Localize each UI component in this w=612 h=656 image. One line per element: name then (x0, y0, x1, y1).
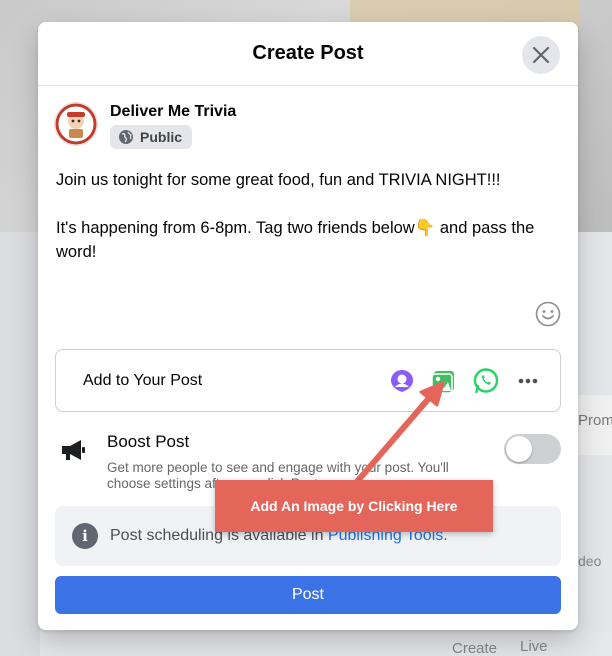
tag-people-button[interactable] (388, 367, 416, 395)
more-icon (518, 378, 538, 383)
globe-icon (118, 129, 134, 145)
smiley-icon (535, 301, 561, 327)
dialog-header: Create Post (38, 22, 578, 86)
background-live-label: Live (520, 638, 548, 655)
photo-video-button[interactable] (430, 367, 458, 395)
add-to-post-label: Add to Your Post (83, 371, 203, 389)
post-text-line: Join us tonight for some great food, fun… (56, 171, 501, 189)
add-to-post-bar: Add to Your Post (55, 349, 561, 412)
megaphone-icon (59, 438, 87, 467)
emoji-button[interactable] (535, 301, 561, 327)
dialog-title: Create Post (252, 42, 364, 64)
close-button[interactable] (522, 36, 560, 74)
more-options-button[interactable] (514, 367, 542, 395)
post-author: Deliver Me Trivia Public (54, 102, 236, 150)
whatsapp-icon (473, 367, 499, 393)
avatar[interactable] (54, 102, 98, 146)
audience-selector[interactable]: Public (110, 125, 193, 149)
post-button[interactable]: Post (55, 576, 561, 614)
post-text-input[interactable]: Join us tonight for some great food, fun… (56, 168, 556, 288)
background-left-panel (0, 232, 40, 656)
background-video-label: deo (578, 553, 602, 569)
trivia-logo-icon (55, 103, 97, 145)
boost-toggle[interactable] (504, 434, 561, 464)
photo-video-icon (431, 370, 454, 394)
create-post-dialog: Create Post Deliver Me Trivia Public Joi… (38, 22, 578, 630)
info-icon: i (72, 523, 98, 549)
whatsapp-button[interactable] (472, 367, 500, 395)
background-create-label: Create (452, 640, 498, 656)
background-promote-label: Prom (578, 412, 612, 429)
callout-label: Add An Image by Clicking Here (215, 480, 493, 532)
post-text-line: It's happening from 6-8pm. Tag two frien… (56, 219, 535, 261)
tag-people-icon (391, 369, 413, 392)
author-name[interactable]: Deliver Me Trivia (110, 103, 236, 121)
audience-label: Public (140, 129, 183, 145)
close-icon (532, 46, 550, 64)
boost-title: Boost Post (107, 432, 190, 451)
toggle-knob (506, 436, 532, 462)
